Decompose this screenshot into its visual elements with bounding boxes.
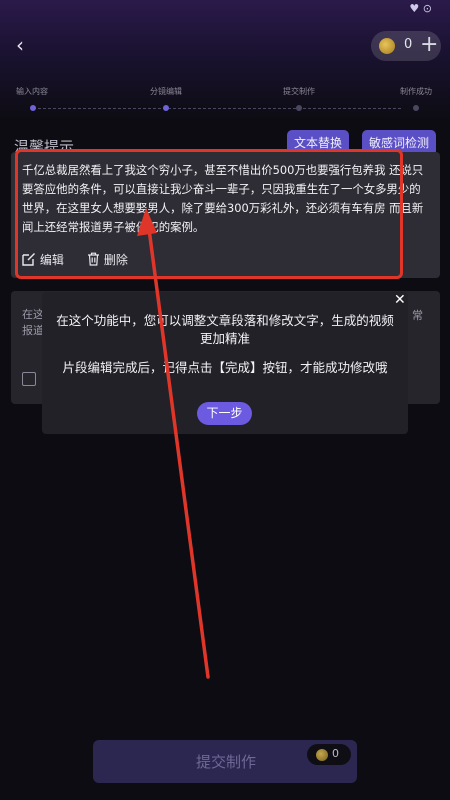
add-coins-button[interactable]: + [420,32,438,58]
popup-line-2: 片段编辑完成后，记得点击【完成】按钮，才能成功修改哦 [62,360,388,375]
segment-2-text: 在这 报道 [22,308,44,337]
submit-coin-count: 0 [332,747,339,760]
step-label-storyboard: 分镜编辑 [150,87,182,96]
status-bar-icons: ♥ ⊙ [409,2,432,15]
next-step-button[interactable]: 下一步 [197,402,252,425]
step-dot-2 [163,105,169,111]
coin-balance-pill[interactable]: 0 + [371,31,441,61]
step-dot-4 [413,105,419,111]
submit-coin-icon [316,749,328,761]
submit-label: 提交制作 [196,753,257,771]
popup-line-1: 在这个功能中，您可以调整文章段落和修改文字，生成的视频更加精准 [56,313,394,346]
segment-2-text-right: 常 [412,309,423,322]
edit-icon-2[interactable] [22,372,36,386]
step-dot-1 [30,105,36,111]
submit-coin-pill [307,744,351,765]
popup-close-button[interactable]: ✕ [394,292,406,308]
step-track [33,108,401,109]
step-dot-3 [296,105,302,111]
highlight-frame [15,149,403,279]
step-label-success: 制作成功 [400,87,432,96]
step-label-submit: 提交制作 [283,87,315,96]
coin-count: 0 [404,37,413,52]
step-label-input: 输入内容 [16,87,48,96]
back-button[interactable]: ‹ [16,34,36,56]
coin-icon [379,38,395,54]
